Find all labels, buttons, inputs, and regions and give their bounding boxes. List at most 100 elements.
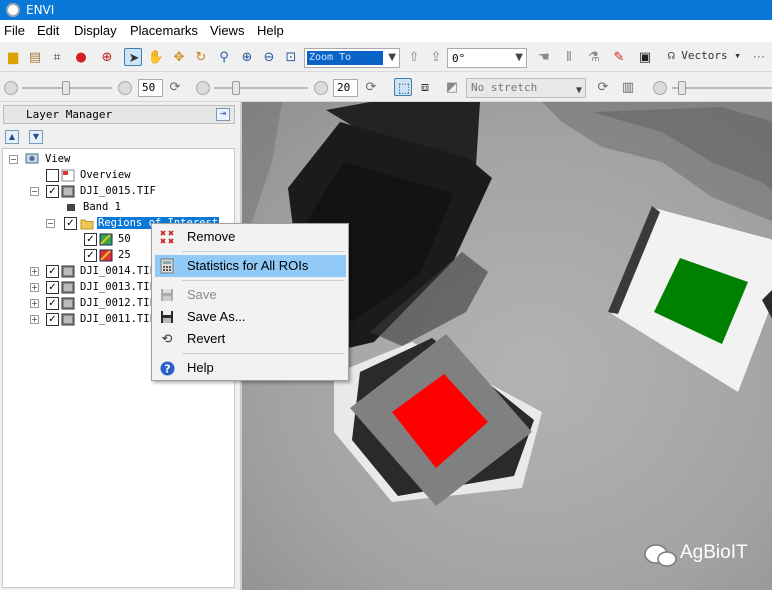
- chevron-down-icon: ▼: [515, 52, 523, 63]
- clipboard-button[interactable]: ▤: [26, 48, 44, 66]
- roi-50-checkbox[interactable]: ✓: [84, 233, 97, 246]
- rotation-combo[interactable]: 0° ▼: [447, 48, 527, 68]
- tree-node-dji-0015[interactable]: − ✓ DJI_0015.TIF: [3, 184, 233, 200]
- contrast-icon[interactable]: [196, 81, 210, 95]
- zoom-extent-button[interactable]: ⊡: [282, 48, 300, 66]
- dji-0013-checkbox[interactable]: ✓: [46, 281, 59, 294]
- overflow-button[interactable]: ⋯: [750, 48, 768, 66]
- stretch-value: No stretch: [471, 81, 538, 94]
- regions-checkbox[interactable]: ✓: [64, 217, 77, 230]
- raster-icon: [61, 313, 75, 326]
- stretch-view-button[interactable]: ⧈: [416, 78, 434, 96]
- brightness-slider[interactable]: [22, 81, 112, 95]
- envi-logo-icon: [6, 3, 20, 17]
- stretch-combo[interactable]: No stretch ▼: [466, 78, 586, 98]
- pin-icon[interactable]: ⇥: [216, 108, 230, 121]
- crosshair-button[interactable]: ⊕: [98, 48, 116, 66]
- roi-25-checkbox[interactable]: ✓: [84, 249, 97, 262]
- tree-node-overview[interactable]: Overview: [3, 168, 233, 184]
- brightness-max-icon[interactable]: [118, 81, 132, 95]
- tree-label-dji-0012: DJI_0012.TIF: [80, 297, 156, 309]
- reset-contrast-button[interactable]: ⟳: [362, 78, 380, 96]
- layer-manager-title: Layer Manager: [26, 108, 113, 121]
- dji-0011-checkbox[interactable]: ✓: [46, 313, 59, 326]
- menu-item-save[interactable]: Save: [155, 284, 346, 306]
- menu-help[interactable]: Help: [257, 23, 284, 38]
- vectors-dropdown[interactable]: ☊ Vectors ▾: [668, 49, 741, 62]
- placemark-button[interactable]: ●: [72, 48, 90, 66]
- move-up-button[interactable]: ▲: [5, 130, 19, 144]
- vectors-label: Vectors: [681, 49, 728, 62]
- zoom-in-button[interactable]: ⊕: [238, 48, 256, 66]
- collapse-icon[interactable]: −: [9, 155, 18, 164]
- open-button[interactable]: ▆: [4, 48, 22, 66]
- rotate-button[interactable]: ↻: [192, 48, 210, 66]
- sharpen-thumb[interactable]: [678, 81, 686, 95]
- menu-views[interactable]: Views: [210, 23, 244, 38]
- menu-item-revert[interactable]: ⟲ Revert: [155, 328, 346, 350]
- menu-item-label: Help: [187, 360, 214, 375]
- menu-item-help[interactable]: ? Help: [155, 357, 346, 379]
- roi-button[interactable]: ✎: [610, 48, 628, 66]
- expand-icon[interactable]: +: [30, 299, 39, 308]
- menu-item-save-as[interactable]: Save As...: [155, 306, 346, 328]
- zoom-combo[interactable]: Zoom To ▼: [304, 48, 400, 68]
- annotate-button[interactable]: ⫴: [560, 48, 578, 66]
- brightness-input[interactable]: 50: [138, 79, 163, 97]
- stretch-full-icon: ⬚: [397, 80, 411, 96]
- move-down-button[interactable]: ▼: [29, 130, 43, 144]
- rotate-left-button[interactable]: ⇧: [405, 48, 423, 66]
- menu-display[interactable]: Display: [74, 23, 117, 38]
- pixel-value-button[interactable]: ▣: [636, 48, 654, 66]
- brightness-icon[interactable]: [4, 81, 18, 95]
- tree-label-view: View: [45, 153, 71, 165]
- contrast-input[interactable]: 20: [333, 79, 358, 97]
- reset-stretch-button[interactable]: ⟳: [594, 78, 612, 96]
- expand-icon[interactable]: +: [30, 315, 39, 324]
- menu-file[interactable]: File: [4, 23, 25, 38]
- menu-placemarks[interactable]: Placemarks: [130, 23, 198, 38]
- dji-0014-checkbox[interactable]: ✓: [46, 265, 59, 278]
- raster-icon: [61, 265, 75, 278]
- sharpen-slider[interactable]: [672, 81, 772, 95]
- raster-icon: [61, 185, 75, 198]
- brightness-thumb[interactable]: [62, 81, 70, 95]
- collapse-icon[interactable]: −: [46, 219, 55, 228]
- tree-label-overview: Overview: [80, 169, 131, 181]
- measure-button[interactable]: ⚗: [585, 48, 603, 66]
- sharpen-icon[interactable]: [653, 81, 667, 95]
- collapse-icon[interactable]: −: [30, 187, 39, 196]
- stretch-full-button[interactable]: ⬚: [394, 78, 412, 96]
- expand-icon[interactable]: +: [30, 267, 39, 276]
- select-button[interactable]: ➤: [124, 48, 142, 66]
- menu-item-label: Revert: [187, 331, 226, 346]
- contrast-thumb[interactable]: [232, 81, 240, 95]
- contrast-max-icon[interactable]: [314, 81, 328, 95]
- move-icon: ✥: [173, 49, 185, 65]
- pan-button[interactable]: ✋: [147, 48, 165, 66]
- dji-0015-checkbox[interactable]: ✓: [46, 185, 59, 198]
- zoom-out-button[interactable]: ⊖: [260, 48, 278, 66]
- open-folder-icon: ▆: [8, 49, 18, 65]
- dji-0012-checkbox[interactable]: ✓: [46, 297, 59, 310]
- cursor-arrow-icon: ➤: [128, 50, 140, 66]
- menu-edit[interactable]: Edit: [37, 23, 59, 38]
- crop-button[interactable]: ⌗: [48, 48, 66, 66]
- fly-button[interactable]: ✥: [170, 48, 188, 66]
- histogram-button[interactable]: ▥: [619, 78, 637, 96]
- overview-checkbox[interactable]: [46, 169, 59, 182]
- reset-brightness-button[interactable]: ⟳: [166, 78, 184, 96]
- zoom-button[interactable]: ⚲: [215, 48, 233, 66]
- overflow-icon: ⋯: [752, 49, 766, 65]
- rotate-north-button[interactable]: ⇪: [427, 48, 445, 66]
- rotation-value: 0°: [452, 52, 466, 65]
- stretch-toggle-button[interactable]: ◩: [443, 78, 461, 96]
- touch-button[interactable]: ☚: [535, 48, 553, 66]
- menu-item-statistics[interactable]: Statistics for All ROIs: [155, 255, 346, 277]
- contrast-slider[interactable]: [214, 81, 308, 95]
- tree-node-band-1[interactable]: Band 1: [3, 200, 233, 216]
- statistics-icon: [159, 258, 175, 274]
- expand-icon[interactable]: +: [30, 283, 39, 292]
- tree-node-view[interactable]: − View: [3, 152, 233, 168]
- menu-item-remove[interactable]: Remove: [155, 226, 346, 248]
